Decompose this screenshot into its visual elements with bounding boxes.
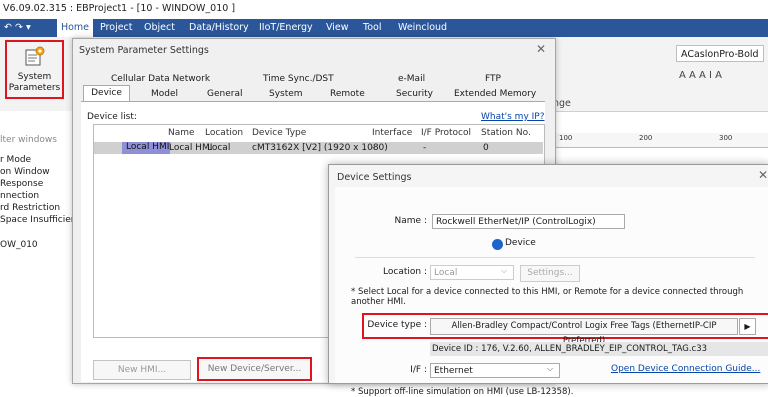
ruler-mark: 100 bbox=[559, 134, 573, 142]
menu-home[interactable]: Home bbox=[57, 19, 93, 37]
table-row[interactable]: Local HMI Local HMI Local cMT3162X [V2] … bbox=[94, 142, 543, 154]
chevron-down-icon: ⌵ bbox=[547, 364, 554, 373]
column-header[interactable]: Location bbox=[205, 128, 243, 138]
ruler: 100 200 300 bbox=[553, 133, 768, 148]
column-header[interactable]: I/F Protocol bbox=[421, 128, 471, 138]
table-cell: - bbox=[423, 143, 427, 153]
tab-email[interactable]: e-Mail bbox=[398, 74, 425, 84]
new-hmi-button[interactable]: New HMI... bbox=[93, 360, 191, 380]
dialog-title: Device Settings bbox=[337, 172, 412, 183]
interface-label: I/F : bbox=[410, 365, 427, 375]
row-label: Local HMI bbox=[122, 142, 170, 154]
table-cell: Local HMI bbox=[169, 143, 213, 153]
menu-bar: ↶ ↷ ▾ Home Project Object Data/History I… bbox=[0, 19, 768, 37]
tab-system[interactable]: System bbox=[269, 87, 303, 101]
device-type-button[interactable]: Allen-Bradley Compact/Control Logix Free… bbox=[430, 318, 738, 346]
divider bbox=[355, 257, 755, 258]
tab-general[interactable]: General bbox=[207, 87, 242, 101]
title-bar: V6.09.02.315 : EBProject1 - [10 - WINDOW… bbox=[0, 0, 768, 19]
name-input[interactable]: Rockwell EtherNet/IP (ControlLogix) bbox=[432, 214, 625, 229]
ruler-mark: 200 bbox=[639, 134, 653, 142]
tab-model[interactable]: Model bbox=[151, 87, 178, 101]
chevron-down-icon: ⌵ bbox=[501, 266, 508, 275]
location-note: * Select Local for a device connected to… bbox=[351, 287, 744, 307]
menu-iiot-energy[interactable]: IIoT/Energy bbox=[259, 22, 313, 33]
system-parameters-button[interactable]: System Parameters bbox=[5, 40, 64, 99]
table-cell: 0 bbox=[483, 143, 489, 153]
menu-object[interactable]: Object bbox=[144, 22, 175, 33]
whats-my-ip-link[interactable]: What's my IP? bbox=[481, 112, 544, 122]
device-id: Device ID : 176, V.2.60, ALLEN_BRADLEY_E… bbox=[430, 342, 768, 356]
system-parameters-label-1: System bbox=[17, 72, 52, 82]
ruler-mark: 300 bbox=[719, 134, 733, 142]
menu-data-history[interactable]: Data/History bbox=[189, 22, 249, 33]
device-list-label: Device list: bbox=[87, 112, 137, 122]
tree-item[interactable]: rd Restriction bbox=[0, 203, 60, 213]
tree-item[interactable]: Response bbox=[0, 179, 43, 189]
tab-time-sync[interactable]: Time Sync./DST bbox=[263, 74, 334, 84]
device-settings-body: Name : Rockwell EtherNet/IP (ControlLogi… bbox=[335, 187, 768, 397]
tree-item[interactable]: Space Insufficier bbox=[0, 215, 74, 225]
tree-item[interactable]: r Mode bbox=[0, 155, 31, 165]
tab-security[interactable]: Security bbox=[396, 87, 433, 101]
tab-remote[interactable]: Remote bbox=[330, 87, 365, 101]
tab-cellular-data-network[interactable]: Cellular Data Network bbox=[111, 74, 210, 84]
column-header[interactable]: Interface bbox=[372, 128, 412, 138]
tab-ftp[interactable]: FTP bbox=[485, 74, 501, 84]
interface-select[interactable]: Ethernet bbox=[430, 363, 560, 378]
column-header[interactable]: Station No. bbox=[481, 128, 531, 138]
tree-item[interactable]: on Window bbox=[0, 167, 50, 177]
name-label: Name : bbox=[394, 216, 427, 226]
column-header[interactable]: Device Type bbox=[252, 128, 306, 138]
menu-weincloud[interactable]: Weincloud bbox=[398, 22, 447, 33]
menu-project[interactable]: Project bbox=[100, 22, 133, 33]
connection-guide-link[interactable]: Open Device Connection Guide... bbox=[611, 364, 760, 374]
window-title: V6.09.02.315 : EBProject1 - [10 - WINDOW… bbox=[3, 3, 236, 14]
table-cell: - bbox=[372, 143, 376, 153]
system-parameters-icon bbox=[25, 46, 45, 66]
menu-tool[interactable]: Tool bbox=[363, 22, 381, 33]
location-label: Location : bbox=[383, 267, 427, 277]
close-icon[interactable]: ✕ bbox=[758, 168, 768, 182]
system-parameters-label-2: Parameters bbox=[8, 83, 61, 93]
table-cell: cMT3162X [V2] (1920 x 1080) bbox=[252, 143, 388, 153]
close-icon[interactable]: ✕ bbox=[536, 42, 546, 56]
new-device-server-button[interactable]: New Device/Server... bbox=[197, 357, 312, 381]
menu-view[interactable]: View bbox=[326, 22, 349, 33]
table-cell: Local bbox=[207, 143, 231, 153]
arrow-right-icon[interactable]: ▶ bbox=[739, 318, 756, 335]
dialog-title: System Parameter Settings bbox=[79, 45, 209, 56]
font-name-box[interactable]: ACaslonPro-Bold bbox=[676, 45, 764, 62]
device-type-label: Device type : bbox=[367, 320, 427, 330]
device-radio[interactable] bbox=[492, 239, 503, 250]
filter-windows-input[interactable]: lter windows bbox=[0, 135, 57, 145]
tab-extended-memory[interactable]: Extended Memory bbox=[454, 87, 536, 101]
column-header[interactable]: Name bbox=[168, 128, 195, 138]
offline-simulation-note: * Support off-line simulation on HMI (us… bbox=[351, 387, 574, 397]
tree-item[interactable]: OW_010 bbox=[0, 240, 38, 250]
device-settings-dialog: Device Settings ✕ Name : Rockwell EtherN… bbox=[328, 164, 768, 397]
font-tools[interactable]: A A A I A bbox=[679, 70, 722, 81]
tree-item[interactable]: nnection bbox=[0, 191, 39, 201]
quick-access-icons[interactable]: ↶ ↷ ▾ bbox=[4, 22, 31, 33]
settings-button[interactable]: Settings... bbox=[520, 265, 580, 282]
device-radio-label: Device bbox=[505, 238, 536, 248]
